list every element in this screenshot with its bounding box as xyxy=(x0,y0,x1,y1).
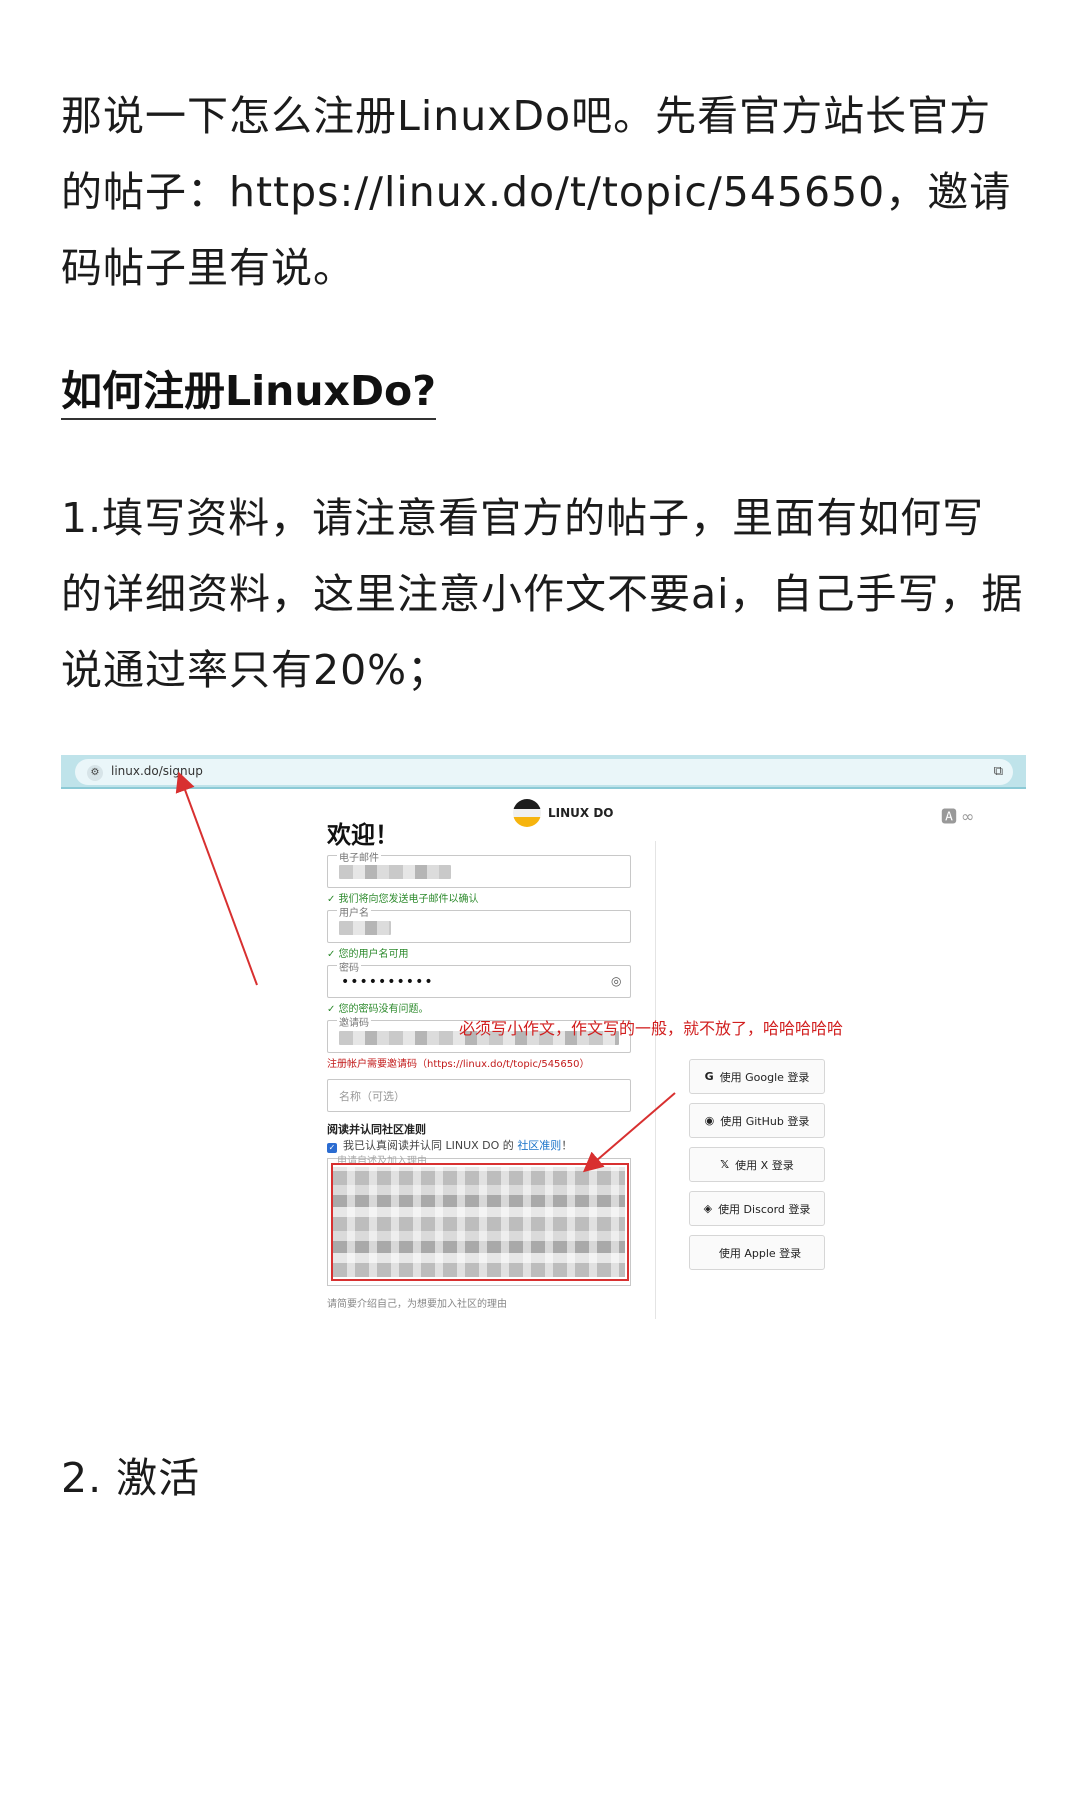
cast-icon[interactable]: ⧉ xyxy=(994,764,1003,779)
username-hint: ✓ 您的用户名可用 xyxy=(327,949,409,960)
header-icons[interactable]: 🅰∞ xyxy=(941,803,978,827)
password-hint: ✓ 您的密码没有问题。 xyxy=(327,1004,429,1015)
guidelines-link[interactable]: 社区准则 xyxy=(517,1139,561,1152)
github-login-label: 使用 GitHub 登录 xyxy=(720,1114,810,1128)
discord-login-button[interactable]: ◈ 使用 Discord 登录 xyxy=(689,1191,825,1226)
welcome-title: 欢迎！ xyxy=(327,821,399,849)
agree-title: 阅读并认同社区准则 xyxy=(327,1123,426,1136)
step-one-paragraph: 1.填写资料，请注意看官方的帖子，里面有如何写的详细资料，这里注意小作文不要ai… xyxy=(61,494,1024,694)
linux-do-logo xyxy=(513,799,541,827)
highlight-frame xyxy=(331,1163,629,1281)
annotation-text: 必须写小作文，作文写的一般，就不放了，哈哈哈哈哈 xyxy=(459,1019,844,1038)
invite-code-label: 邀请码 xyxy=(337,1014,371,1029)
google-login-button[interactable]: G 使用 Google 登录 xyxy=(689,1059,825,1094)
agree-checkbox-row[interactable]: ✓ 我已认真阅读并认同 LINUX DO 的 社区准则！ xyxy=(327,1137,572,1153)
x-login-label: 使用 X 登录 xyxy=(735,1158,794,1172)
intro-paragraph: 那说一下怎么注册LinuxDo吧。先看官方站长官方的帖子：https://lin… xyxy=(61,92,1012,292)
translate-icon[interactable]: 🅰 xyxy=(941,807,961,826)
apple-login-label: 使用 Apple 登录 xyxy=(718,1246,802,1260)
signup-screenshot: ⚙ linux.do/signup ⧉ LINUX DO 🅰∞ 欢迎！ 电子邮件… xyxy=(61,755,1026,1395)
username-blurred-value xyxy=(339,921,391,935)
email-hint: ✓ 我们将向您发送电子邮件以确认 xyxy=(327,894,479,905)
password-value: •••••••••• xyxy=(341,974,434,990)
username-label: 用户名 xyxy=(337,904,371,919)
arrow-to-url xyxy=(175,771,258,986)
site-settings-icon[interactable]: ⚙ xyxy=(87,765,103,781)
section-heading: 如何注册LinuxDo? xyxy=(61,366,436,420)
checkbox-checked-icon[interactable]: ✓ xyxy=(327,1143,337,1153)
column-divider xyxy=(655,841,656,1319)
infinity-icon[interactable]: ∞ xyxy=(961,807,978,826)
apple-login-button[interactable]: 使用 Apple 登录 xyxy=(689,1235,825,1270)
github-icon: ◉ xyxy=(704,1114,715,1127)
browser-address-bar[interactable]: ⚙ linux.do/signup ⧉ xyxy=(61,755,1026,789)
agree-suffix: ！ xyxy=(561,1139,573,1152)
essay-helper-text: 请简要介绍自己，为想要加入社区的理由 xyxy=(327,1299,507,1310)
agree-prefix: 我已认真阅读并认同 LINUX DO 的 xyxy=(343,1139,514,1152)
brand-text: LINUX DO xyxy=(548,806,614,820)
step-two-paragraph: 2. 激活 xyxy=(61,1454,201,1502)
google-login-label: 使用 Google 登录 xyxy=(719,1070,810,1084)
email-label: 电子邮件 xyxy=(337,849,381,864)
url-text[interactable]: linux.do/signup xyxy=(111,764,203,778)
github-login-button[interactable]: ◉ 使用 GitHub 登录 xyxy=(689,1103,825,1138)
annotation-arrows xyxy=(175,771,676,1173)
email-blurred-value xyxy=(339,865,451,879)
discord-login-label: 使用 Discord 登录 xyxy=(718,1202,811,1216)
invite-note: 注册帐户需要邀请码（https://linux.do/t/topic/54565… xyxy=(327,1059,590,1070)
password-label: 密码 xyxy=(337,959,361,974)
x-icon: 𝕏 xyxy=(720,1158,730,1171)
eye-icon[interactable]: ◎ xyxy=(611,974,621,988)
x-login-button[interactable]: 𝕏 使用 X 登录 xyxy=(689,1147,825,1182)
google-icon: G xyxy=(704,1070,714,1083)
discord-icon: ◈ xyxy=(703,1202,713,1215)
name-placeholder: 名称（可选） xyxy=(339,1090,405,1103)
